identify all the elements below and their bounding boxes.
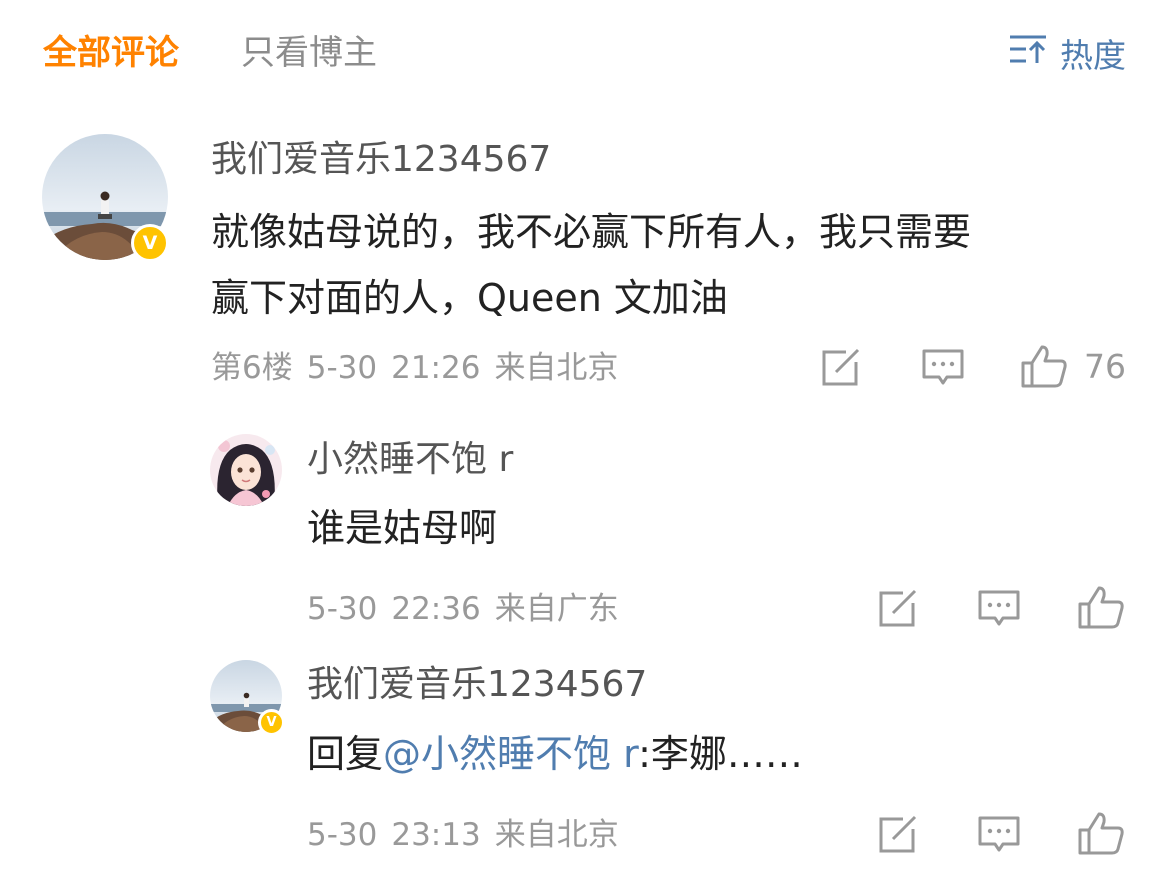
reply-time: 22:36 (391, 591, 481, 627)
comment-icon (921, 348, 965, 388)
avatar[interactable] (210, 434, 282, 506)
mention-link[interactable]: @小然睡不饱 r (383, 732, 638, 776)
comment-floor: 第6楼 (211, 350, 293, 386)
reply-body: :李娜…… (638, 732, 803, 776)
comment-meta: 第6楼 5-30 21:26 来自北京 (211, 348, 618, 388)
like-button[interactable]: 76 (1020, 343, 1126, 389)
reply-username[interactable]: 小然睡不饱 r (307, 438, 513, 482)
reply-button[interactable] (977, 589, 1021, 629)
comment-icon (977, 589, 1021, 629)
verified-badge: V (131, 224, 169, 262)
comment-date: 5-30 (306, 350, 378, 386)
reply-location: 来自北京 (494, 817, 619, 853)
sort-by-heat-button[interactable]: 热度 (1008, 32, 1126, 75)
repost-button[interactable] (877, 815, 919, 855)
reply-text: 回复@小然睡不饱 r:李娜…… (307, 722, 803, 786)
verified-badge: V (258, 709, 285, 736)
comment-text-line1: 就像姑母说的，我不必赢下所有人，我只需要 (211, 210, 972, 254)
edit-icon (820, 348, 862, 388)
reply-button[interactable] (921, 348, 965, 388)
tab-all-comments[interactable]: 全部评论 (43, 32, 179, 74)
comment-text-line2: 赢下对面的人，Queen 文加油 (211, 276, 728, 320)
reply-text: 谁是姑母啊 (307, 506, 498, 550)
sort-icon (1008, 33, 1060, 73)
reply-date: 5-30 (307, 817, 378, 853)
thumbs-up-icon (1077, 810, 1125, 856)
reply-prefix: 回复 (307, 732, 384, 776)
comment-time: 21:26 (391, 350, 481, 386)
comment-username[interactable]: 我们爱音乐1234567 (211, 138, 551, 182)
repost-button[interactable] (820, 348, 862, 388)
reply-username[interactable]: 我们爱音乐1234567 (307, 663, 647, 707)
reply-location: 来自广东 (494, 591, 619, 627)
edit-icon (877, 815, 919, 855)
repost-button[interactable] (877, 589, 919, 629)
comment-icon (977, 815, 1021, 855)
edit-icon (877, 589, 919, 629)
thumbs-up-icon (1077, 584, 1125, 630)
thumbs-up-icon (1020, 343, 1068, 389)
comment-location: 来自北京 (494, 350, 619, 386)
like-count: 76 (1084, 346, 1126, 386)
reply-time: 23:13 (391, 817, 481, 853)
tab-owner-only[interactable]: 只看博主 (241, 32, 377, 74)
reply-date: 5-30 (307, 591, 378, 627)
reply-meta: 5-30 22:36 来自广东 (307, 589, 619, 629)
sort-label: 热度 (1060, 36, 1126, 75)
like-button[interactable] (1077, 810, 1125, 856)
like-button[interactable] (1077, 584, 1125, 630)
reply-meta: 5-30 23:13 来自北京 (307, 815, 619, 855)
reply-button[interactable] (977, 815, 1021, 855)
